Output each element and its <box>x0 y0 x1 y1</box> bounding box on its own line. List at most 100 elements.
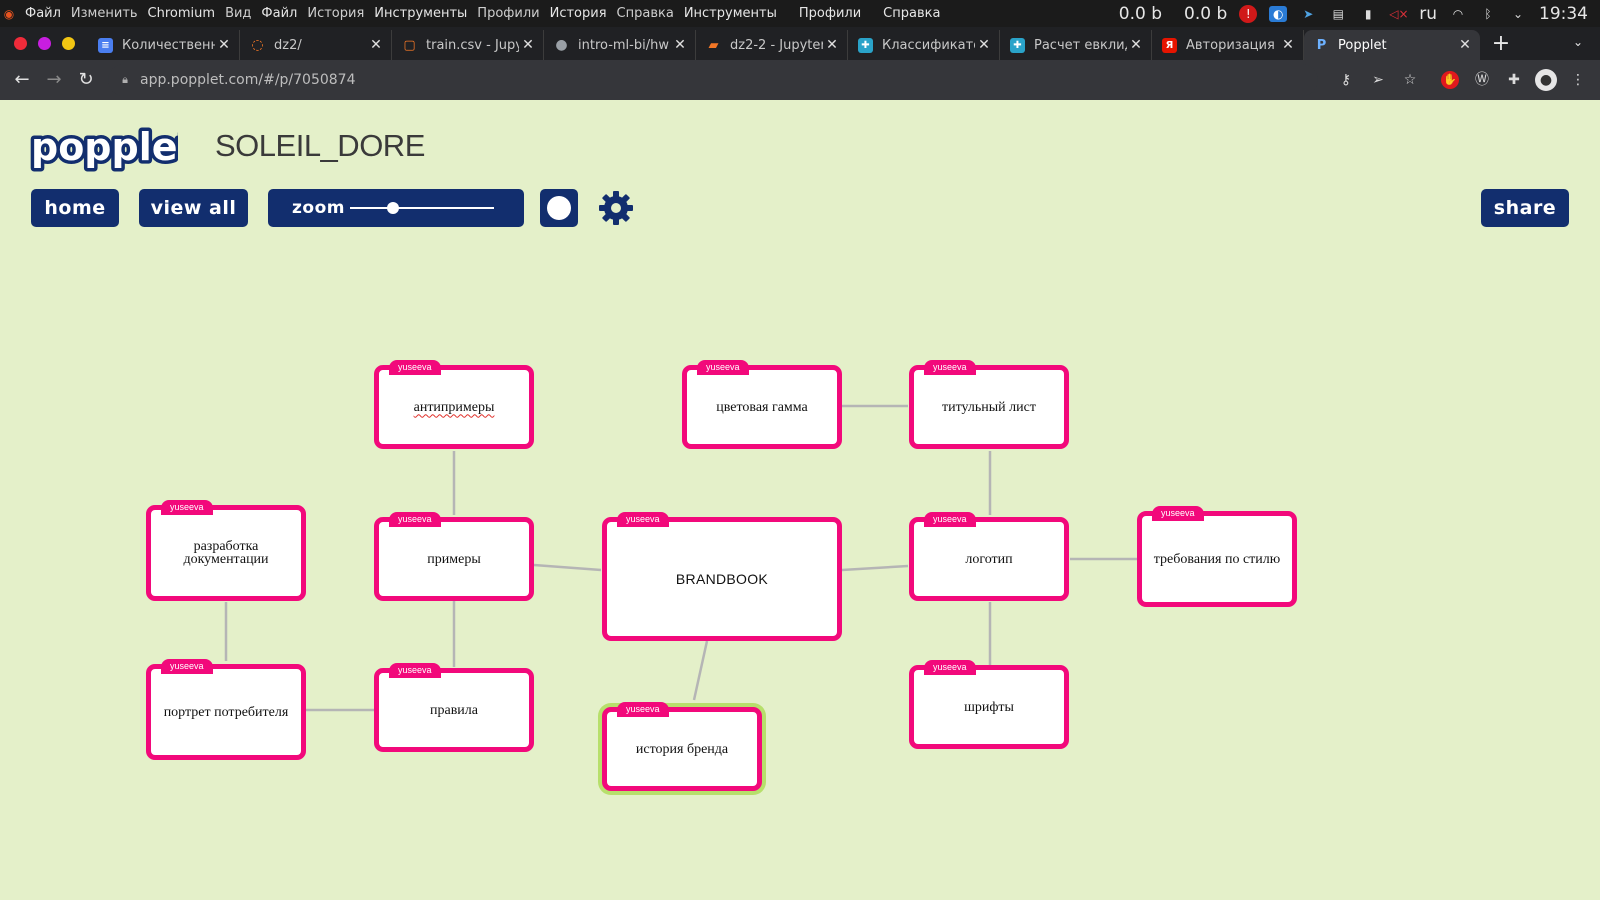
popple-text[interactable]: требования по стилю <box>1142 516 1292 602</box>
volume-mute-icon[interactable]: ◁× <box>1389 6 1408 22</box>
popple-examples[interactable]: yuseeva примеры <box>374 512 534 601</box>
popple-logo[interactable]: yuseeva логотип <box>909 512 1069 601</box>
ubuntu-logo-icon[interactable]: ◉ <box>0 6 18 22</box>
popple-brandbook[interactable]: yuseeva BRANDBOOK <box>602 512 842 641</box>
clock[interactable]: 19:34 <box>1539 4 1588 24</box>
popplet-logo[interactable]: popplet <box>28 122 178 174</box>
browser-menu-icon[interactable]: ⋮ <box>1568 70 1588 90</box>
bookmark-star-icon[interactable]: ☆ <box>1400 70 1420 90</box>
popple-documentation[interactable]: yuseeva разработка документации <box>146 500 306 601</box>
close-tab-icon[interactable]: ✕ <box>519 37 537 53</box>
os-menu-item[interactable]: Профили <box>796 6 864 21</box>
browser-tab[interactable]: ▰ dz2-2 - Jupyter N ✕ <box>696 30 848 60</box>
os-menu-item[interactable]: Профили <box>474 6 542 21</box>
battery-icon[interactable]: ▮ <box>1359 6 1377 22</box>
popple-antiprimery[interactable]: yuseeva антипримеры <box>374 360 534 449</box>
bluetooth-icon[interactable]: ᛒ <box>1479 6 1497 22</box>
yandex-icon: Я <box>1162 37 1177 53</box>
popple-consumer-portrait[interactable]: yuseeva портрет потребителя <box>146 659 306 760</box>
adblock-extension-icon[interactable]: ✋ <box>1441 71 1459 89</box>
settings-gear-icon[interactable] <box>597 189 635 227</box>
zoom-slider-track[interactable] <box>350 207 494 209</box>
popple-text[interactable]: примеры <box>379 522 529 596</box>
alert-icon[interactable]: ! <box>1239 4 1258 23</box>
popple-text[interactable]: титульный лист <box>914 370 1064 444</box>
popple-brand-history[interactable]: yuseeva история бренда <box>602 702 762 791</box>
close-window-button[interactable] <box>14 37 27 50</box>
popple-color-palette[interactable]: yuseeva цветовая гамма <box>682 360 842 449</box>
popple-title-page[interactable]: yuseeva титульный лист <box>909 360 1069 449</box>
popple-style-requirements[interactable]: yuseeva требования по стилю <box>1137 506 1297 607</box>
close-tab-icon[interactable]: ✕ <box>671 37 689 53</box>
new-tab-button[interactable]: + <box>1488 32 1514 58</box>
os-menu-item[interactable]: Справка <box>880 6 943 21</box>
extensions-puzzle-icon[interactable]: ✚ <box>1504 70 1524 90</box>
keyboard-layout[interactable]: ru <box>1419 4 1437 24</box>
os-menu-item[interactable]: История <box>547 6 610 21</box>
profile-avatar-icon[interactable]: ● <box>1535 69 1557 91</box>
back-button[interactable]: ← <box>10 68 34 92</box>
extension-w-icon[interactable]: Ⓦ <box>1472 70 1492 90</box>
view-all-button[interactable]: view all <box>139 189 248 227</box>
popple-text[interactable]: логотип <box>914 522 1064 596</box>
browser-tab[interactable]: ✚ Расчет евклидо ✕ <box>1000 30 1152 60</box>
connector-line <box>533 563 602 572</box>
os-menu-item[interactable]: Файл <box>258 6 300 21</box>
address-bar[interactable]: 🔒︎ app.popplet.com/#/p/7050874 <box>108 64 1318 96</box>
color-picker-button[interactable] <box>540 189 578 227</box>
close-tab-icon[interactable]: ✕ <box>975 37 993 53</box>
chevron-down-icon[interactable]: ⌄ <box>1509 6 1527 22</box>
popple-text[interactable]: цветовая гамма <box>687 370 837 444</box>
browser-tab[interactable]: ◌ dz2/ ✕ <box>240 30 392 60</box>
close-tab-icon[interactable]: ✕ <box>367 37 385 53</box>
browser-tab[interactable]: ✚ Классификатор ✕ <box>848 30 1000 60</box>
docs-icon: ≡ <box>98 37 113 53</box>
popple-text[interactable]: портрет потребителя <box>151 669 301 755</box>
tab-title: Popplet <box>1338 37 1387 53</box>
browser-tab[interactable]: ▢ train.csv - Jupyter ✕ <box>392 30 544 60</box>
browser-tab[interactable]: Я Авторизация ✕ <box>1152 30 1304 60</box>
home-button[interactable]: home <box>31 189 119 227</box>
reload-button[interactable]: ↻ <box>74 68 98 92</box>
telegram-icon[interactable]: ➤ <box>1299 6 1317 22</box>
os-menu-item[interactable]: Вид <box>222 6 254 21</box>
lock-icon[interactable]: 🔒︎ <box>118 73 132 87</box>
close-tab-icon[interactable]: ✕ <box>1279 37 1297 53</box>
board-title[interactable]: SOLEIL_DORE <box>215 128 425 164</box>
popple-fonts[interactable]: yuseeva шрифты <box>909 660 1069 749</box>
url-text[interactable]: app.popplet.com/#/p/7050874 <box>140 72 356 88</box>
key-icon[interactable]: ⚷ <box>1336 70 1356 90</box>
popple-text[interactable]: шрифты <box>914 670 1064 744</box>
close-tab-icon[interactable]: ✕ <box>823 37 841 53</box>
os-menu-item[interactable]: История <box>304 6 367 21</box>
popple-text[interactable]: антипримеры <box>379 370 529 444</box>
tab-search-chevron-icon[interactable]: ⌄ <box>1568 35 1588 55</box>
os-menu-item[interactable]: Инструменты <box>371 6 470 21</box>
share-button[interactable]: share <box>1481 189 1569 227</box>
popple-rules[interactable]: yuseeva правила <box>374 663 534 752</box>
os-menu-item[interactable]: Изменить <box>68 6 141 21</box>
maximize-window-button[interactable] <box>62 37 75 50</box>
browser-tab-active[interactable]: P Popplet ✕ <box>1304 30 1480 60</box>
close-tab-icon[interactable]: ✕ <box>215 37 233 53</box>
popple-text[interactable]: BRANDBOOK <box>607 522 837 636</box>
browser-tab[interactable]: ● intro-ml-bi/hw ✕ <box>544 30 696 60</box>
send-icon[interactable]: ➢ <box>1368 70 1388 90</box>
close-tab-icon[interactable]: ✕ <box>1456 37 1474 53</box>
os-menu-item[interactable]: Файл <box>22 6 64 21</box>
os-menu-item[interactable]: Справка <box>614 6 677 21</box>
os-menu-item[interactable]: Инструменты <box>681 6 780 21</box>
popple-text[interactable]: история бренда <box>607 712 757 786</box>
screenshot-icon[interactable]: ◐ <box>1269 5 1288 22</box>
close-tab-icon[interactable]: ✕ <box>1127 37 1145 53</box>
forward-button[interactable]: → <box>42 68 66 92</box>
wifi-icon[interactable]: ◠ <box>1449 6 1467 22</box>
os-top-bar: ◉ Файл Изменить Chromium Вид Файл Истори… <box>0 0 1600 27</box>
os-menu-item[interactable]: Chromium <box>145 6 219 21</box>
popple-text[interactable]: правила <box>379 673 529 747</box>
zoom-slider-handle[interactable] <box>387 202 400 214</box>
clipboard-icon[interactable]: ▤ <box>1329 6 1347 22</box>
popple-text[interactable]: разработка документации <box>151 510 301 596</box>
minimize-window-button[interactable] <box>38 37 51 50</box>
browser-tab[interactable]: ≡ Количественные ✕ <box>88 30 240 60</box>
